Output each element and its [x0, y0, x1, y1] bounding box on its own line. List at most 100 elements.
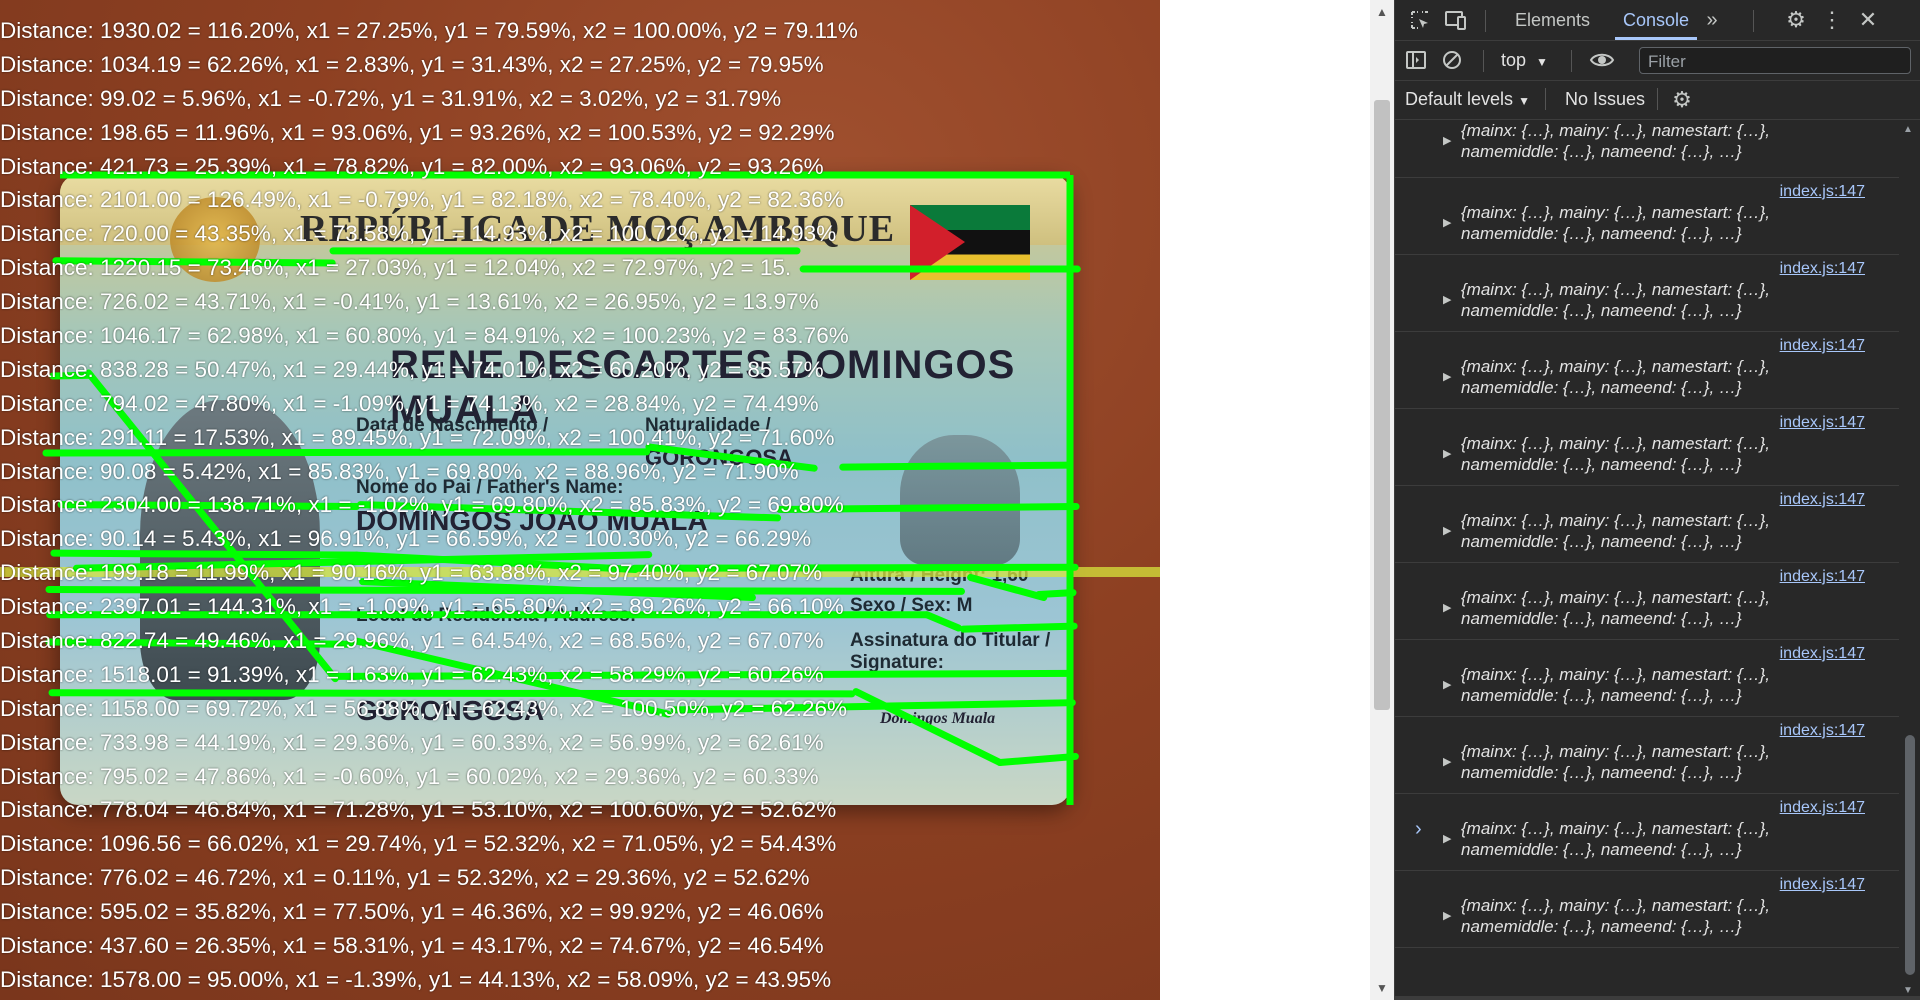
- live-expression-eye-icon[interactable]: [1585, 40, 1619, 84]
- console-levels-bar: Default levels ▼ No Issues ⚙: [1395, 80, 1920, 120]
- tab-console[interactable]: Console: [1614, 0, 1698, 40]
- log-source-link[interactable]: index.js:147: [1780, 335, 1865, 356]
- page-viewport: REPÚBLICA DE MOÇAMBIQUE RENE DESCARTES D…: [0, 0, 1160, 1000]
- expand-triangle-icon[interactable]: ▶: [1443, 830, 1451, 851]
- console-settings-gear-icon[interactable]: ⚙: [1665, 80, 1699, 119]
- page-scrollbar-thumb[interactable]: [1374, 100, 1390, 710]
- devtools-bottom-edge: [1394, 996, 1920, 1000]
- close-devtools-icon[interactable]: ✕: [1851, 0, 1885, 40]
- console-log-entry[interactable]: index.js:147 ▶ {mainx: {…}, mainy: {…}, na…: [1395, 870, 1899, 948]
- console-scrollbar[interactable]: ▲ ▼: [1899, 120, 1920, 1000]
- scroll-down-arrow-icon[interactable]: ▼: [1903, 985, 1913, 996]
- console-log-entry[interactable]: index.js:147 ▶ {mainx: {…}, mainy: {…}, na…: [1395, 562, 1899, 640]
- log-source-link[interactable]: index.js:147: [1780, 489, 1865, 510]
- inspect-element-icon[interactable]: [1403, 0, 1437, 44]
- log-levels-label: Default levels: [1405, 89, 1514, 109]
- expand-triangle-icon[interactable]: ▶: [1443, 445, 1451, 466]
- settings-gear-icon[interactable]: ⚙: [1779, 0, 1813, 40]
- console-log-entry[interactable]: index.js:147 ▶ {mainx: {…}, mainy: {…}, na…: [1395, 254, 1899, 332]
- distance-log-line: Distance: 1518.01 = 91.39%, x1 = 1.63%, …: [0, 661, 824, 687]
- expand-triangle-icon[interactable]: ▶: [1443, 907, 1451, 928]
- console-log-entry[interactable]: index.js:147 ▶ {mainx: {…}, mainy: {…}, na…: [1395, 408, 1899, 486]
- expand-triangle-icon[interactable]: ▶: [1443, 291, 1451, 312]
- console-scrollbar-thumb[interactable]: [1905, 735, 1915, 975]
- console-prompt-icon[interactable]: ›: [1415, 818, 1422, 841]
- log-source-link[interactable]: index.js:147: [1780, 797, 1865, 818]
- distance-log-line: Distance: 1158.00 = 69.72%, x1 = 56.88%,…: [0, 695, 848, 721]
- distance-log-line: Distance: 198.65 = 11.96%, x1 = 93.06%, …: [0, 119, 835, 145]
- page-scrollbar[interactable]: ▲ ▼: [1370, 0, 1394, 1000]
- distance-log-line: Distance: 90.08 = 5.42%, x1 = 85.83%, y1…: [0, 458, 799, 484]
- expand-triangle-icon[interactable]: ▶: [1443, 676, 1451, 697]
- distance-log-line: Distance: 1220.15 = 73.46%, x1 = 27.03%,…: [0, 255, 792, 281]
- distance-log-line: Distance: 90.14 = 5.43%, x1 = 96.91%, y1…: [0, 526, 812, 552]
- log-object-preview-line2: namemiddle: {…}, nameend: {…}, …}: [1461, 224, 1742, 243]
- show-sidebar-icon[interactable]: [1399, 40, 1433, 84]
- log-object-preview-line2: namemiddle: {…}, nameend: {…}, …}: [1461, 763, 1742, 782]
- console-log-entry[interactable]: index.js:147 ▶ {mainx: {…}, mainy: {…}, na…: [1395, 716, 1899, 794]
- distance-log-line: Distance: 822.74 = 49.46%, x1 = 29.96%, …: [0, 628, 824, 654]
- log-object-preview-line1: {mainx: {…}, mainy: {…}, namestart: {…},: [1461, 121, 1770, 140]
- devtools-tab-bar: Elements Console » ⚙ ⋮ ✕: [1395, 0, 1920, 41]
- toolbar-divider: [1753, 10, 1754, 32]
- distance-log-line: Distance: 2397.01 = 144.31%, x1 = -1.09%…: [0, 594, 844, 620]
- scroll-down-arrow-icon[interactable]: ▼: [1370, 976, 1394, 1000]
- distance-log-line: Distance: 838.28 = 50.47%, x1 = 29.44%, …: [0, 356, 824, 382]
- log-source-link[interactable]: index.js:147: [1780, 258, 1865, 279]
- expand-triangle-icon[interactable]: ▶: [1443, 368, 1451, 389]
- console-log-entry[interactable]: index.js:147 ▶ {mainx: {…}, mainy: {…}, na…: [1395, 485, 1899, 563]
- log-object-preview-line1: {mainx: {…}, mainy: {…}, namestart: {…},: [1461, 511, 1770, 530]
- log-object-preview-line2: namemiddle: {…}, nameend: {…}, …}: [1461, 686, 1742, 705]
- log-object-preview-line1: {mainx: {…}, mainy: {…}, namestart: {…},: [1461, 896, 1770, 915]
- detected-line-segment: [996, 752, 1079, 767]
- log-source-link[interactable]: index.js:147: [1780, 566, 1865, 587]
- distance-log-line: Distance: 595.02 = 35.82%, x1 = 77.50%, …: [0, 899, 824, 925]
- scroll-up-arrow-icon[interactable]: ▲: [1903, 124, 1913, 135]
- log-source-link[interactable]: index.js:147: [1780, 720, 1865, 741]
- distance-log-line: Distance: 2101.00 = 126.49%, x1 = -0.79%…: [0, 187, 844, 213]
- detected-line-segment: [923, 611, 962, 632]
- console-filter-input[interactable]: Filter: [1639, 47, 1911, 74]
- console-log-entry[interactable]: index.js:147 ▶ {mainx: {…}, mainy: {…}, na…: [1395, 177, 1899, 255]
- log-levels-dropdown[interactable]: Default levels ▼: [1405, 80, 1530, 119]
- dropdown-arrow-icon: ▼: [1536, 55, 1548, 69]
- console-log-entry[interactable]: index.js:147 ▶ {mainx: {…}, mainy: {…}, na…: [1395, 331, 1899, 409]
- log-object-preview-line1: {mainx: {…}, mainy: {…}, namestart: {…},: [1461, 819, 1770, 838]
- distance-log-line: Distance: 1578.00 = 95.00%, x1 = -1.39%,…: [0, 966, 832, 992]
- log-source-link[interactable]: index.js:147: [1780, 874, 1865, 895]
- distance-log-line: Distance: 794.02 = 47.80%, x1 = -1.09%, …: [0, 390, 819, 416]
- toolbar-divider: [1545, 88, 1546, 110]
- log-source-link[interactable]: index.js:147: [1780, 181, 1865, 202]
- expand-triangle-icon[interactable]: ▶: [1443, 214, 1451, 235]
- distance-log-line: Distance: 1034.19 = 62.26%, x1 = 2.83%, …: [0, 51, 824, 77]
- log-object-preview-line1: {mainx: {…}, mainy: {…}, namestart: {…},: [1461, 357, 1770, 376]
- expand-triangle-icon[interactable]: ▶: [1443, 753, 1451, 774]
- console-log-entry[interactable]: index.js:147 ▶ {mainx: {…}, mainy: {…}, na…: [1395, 793, 1899, 871]
- more-options-kebab-icon[interactable]: ⋮: [1815, 0, 1849, 40]
- log-object-preview-line1: {mainx: {…}, mainy: {…}, namestart: {…},: [1461, 203, 1770, 222]
- log-object-preview-line2: namemiddle: {…}, nameend: {…}, …}: [1461, 378, 1742, 397]
- clear-console-icon[interactable]: [1435, 40, 1469, 84]
- log-object-preview-line1: {mainx: {…}, mainy: {…}, namestart: {…},: [1461, 742, 1770, 761]
- distance-log-list: Distance: 1930.02 = 116.20%, x1 = 27.25%…: [0, 14, 858, 997]
- expand-triangle-icon[interactable]: ▶: [1443, 132, 1451, 153]
- log-object-preview-line2: namemiddle: {…}, nameend: {…}, …}: [1461, 609, 1742, 628]
- log-source-link[interactable]: index.js:147: [1780, 643, 1865, 664]
- console-log-entry[interactable]: index.js:147 ▶ {mainx: {…}, mainy: {…}, na…: [1395, 639, 1899, 717]
- devtools-panel: Elements Console » ⚙ ⋮ ✕ top ▼ Filter De…: [1394, 0, 1920, 1000]
- console-log-entry[interactable]: ▶ {mainx: {…}, mainy: {…}, namestart: {…}…: [1395, 120, 1899, 178]
- distance-log-line: Distance: 421.73 = 25.39%, x1 = 78.82%, …: [0, 153, 824, 179]
- expand-triangle-icon[interactable]: ▶: [1443, 599, 1451, 620]
- distance-log-line: Distance: 99.02 = 5.96%, x1 = -0.72%, y1…: [0, 85, 782, 111]
- distance-log-line: Distance: 1046.17 = 62.98%, x1 = 60.80%,…: [0, 323, 849, 349]
- log-source-link[interactable]: index.js:147: [1780, 412, 1865, 433]
- chevron-double-right-icon[interactable]: »: [1695, 0, 1729, 40]
- expand-triangle-icon[interactable]: ▶: [1443, 522, 1451, 543]
- issues-counter[interactable]: No Issues: [1565, 80, 1645, 119]
- context-select[interactable]: top ▼: [1501, 40, 1548, 80]
- device-toolbar-icon[interactable]: [1439, 0, 1473, 44]
- distance-log-line: Distance: 776.02 = 46.72%, x1 = 0.11%, y…: [0, 865, 810, 891]
- scroll-up-arrow-icon[interactable]: ▲: [1370, 0, 1394, 24]
- tab-elements[interactable]: Elements: [1515, 0, 1590, 40]
- distance-log-line: Distance: 199.18 = 11.99%, x1 = 90.16%, …: [0, 560, 823, 586]
